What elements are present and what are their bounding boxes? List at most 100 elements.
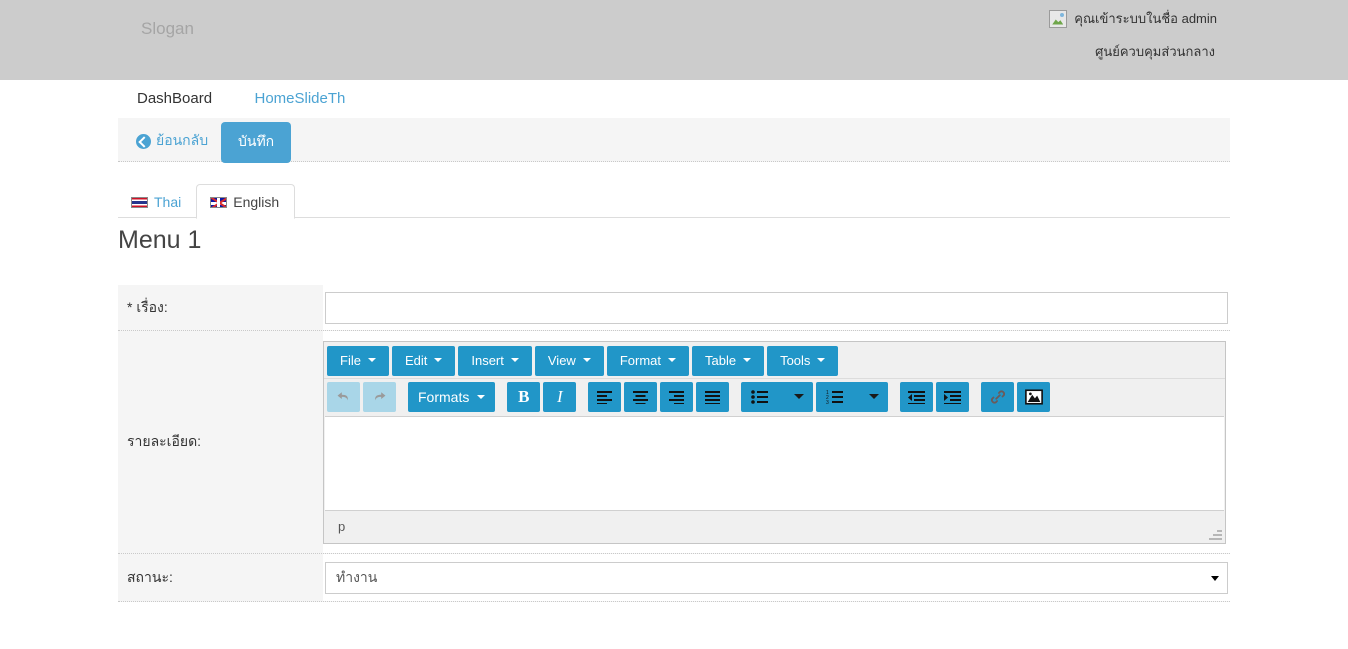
- editor-menu-format-label: Format: [619, 352, 661, 368]
- subject-label: * เรื่อง:: [127, 298, 168, 315]
- outdent-icon: [908, 390, 926, 404]
- editor-menu-file-label: File: [340, 352, 361, 368]
- editor-menu-edit[interactable]: Edit: [391, 345, 456, 376]
- caret-down-icon: [869, 394, 880, 399]
- page-body: DashBoard HomeSlideTh ย้อนกลับ บันทึก Th…: [0, 80, 1348, 649]
- toolbar-group-indent: [900, 381, 972, 412]
- save-button[interactable]: บันทึก: [221, 122, 292, 163]
- editor-menu-table[interactable]: Table: [692, 345, 765, 376]
- status-field-wrap: ทำงาน: [323, 554, 1230, 601]
- chevron-down-icon: [1211, 575, 1219, 581]
- align-center-icon: [633, 390, 649, 404]
- site-slogan: Slogan: [141, 19, 194, 38]
- status-label: สถานะ:: [127, 568, 173, 585]
- toolbar-group-history: [327, 381, 399, 412]
- site-header: Slogan คุณเข้าระบบในชื่อ admin ศูนย์ควบค…: [0, 0, 1348, 80]
- undo-button[interactable]: [327, 381, 360, 412]
- align-justify-button[interactable]: [696, 381, 730, 412]
- form-row-detail: รายละเอียด: File Edit Insert View Format…: [118, 331, 1230, 554]
- editor-menu-table-label: Table: [705, 352, 737, 368]
- align-right-icon: [669, 390, 685, 404]
- editor-element-path[interactable]: p: [338, 519, 345, 534]
- back-button-label: ย้อนกลับ: [156, 132, 209, 148]
- caret-down-icon: [794, 394, 805, 399]
- broken-image-icon: [1049, 9, 1068, 28]
- caret-down-icon: [743, 358, 752, 362]
- toolbar-group-style: B I: [507, 381, 579, 412]
- user-greeting-line: คุณเข้าระบบในชื่อ admin: [917, 8, 1217, 29]
- editor-menubar: File Edit Insert View Format Table Tools: [324, 341, 1225, 379]
- editor-menu-tools[interactable]: Tools: [767, 345, 839, 376]
- language-tab-english[interactable]: English: [196, 184, 296, 219]
- italic-icon: I: [557, 386, 563, 406]
- bold-icon: B: [518, 386, 530, 406]
- editor-menu-file[interactable]: File: [327, 345, 389, 376]
- indent-button[interactable]: [936, 381, 970, 412]
- resize-grip-icon[interactable]: [1208, 527, 1222, 541]
- form-row-status: สถานะ: ทำงาน: [118, 554, 1230, 602]
- user-info-block: คุณเข้าระบบในชื่อ admin ศูนย์ควบคุมส่วนก…: [917, 8, 1217, 62]
- language-tab-english-label: English: [233, 194, 280, 210]
- subject-field-wrap: [323, 285, 1230, 330]
- united-kingdom-flag-icon: [210, 197, 228, 208]
- language-tab-thai-label: Thai: [154, 194, 182, 210]
- bullet-list-button[interactable]: [741, 381, 814, 412]
- align-right-button[interactable]: [660, 381, 694, 412]
- editor-content-area[interactable]: [325, 415, 1224, 511]
- toolbar-group-lists: 1 2 3: [741, 381, 891, 412]
- editor-menu-insert[interactable]: Insert: [458, 345, 532, 376]
- editor-menu-format[interactable]: Format: [606, 345, 689, 376]
- thailand-flag-icon: [131, 197, 148, 208]
- editor-menu-view[interactable]: View: [534, 345, 604, 376]
- redo-button[interactable]: [363, 381, 396, 412]
- editor-toolbar: Formats B I 1 2 3: [324, 378, 1225, 416]
- caret-down-icon: [367, 358, 376, 362]
- arrow-left-circle-icon: [136, 133, 151, 149]
- align-left-icon: [597, 390, 613, 404]
- back-button[interactable]: ย้อนกลับ: [136, 130, 208, 152]
- subject-input[interactable]: [325, 291, 1228, 324]
- image-button[interactable]: [1017, 381, 1051, 412]
- toolbar-group-formats: Formats: [408, 381, 498, 412]
- editor-menu-edit-label: Edit: [404, 352, 428, 368]
- align-center-button[interactable]: [624, 381, 658, 412]
- language-tab-thai[interactable]: Thai: [118, 185, 196, 218]
- caret-down-icon: [477, 394, 486, 399]
- numbered-list-button[interactable]: 1 2 3: [816, 381, 889, 412]
- formats-dropdown-button[interactable]: Formats: [408, 381, 496, 412]
- redo-icon: [375, 392, 386, 401]
- link-button[interactable]: [981, 381, 1015, 412]
- user-greeting-text: คุณเข้าระบบในชื่อ admin: [1074, 11, 1217, 26]
- indent-icon: [944, 390, 962, 404]
- tinymce-editor: File Edit Insert View Format Table Tools: [323, 340, 1226, 544]
- caret-down-icon: [668, 358, 676, 362]
- outdent-button[interactable]: [900, 381, 934, 412]
- link-icon: [990, 389, 1005, 404]
- status-select-value: ทำงาน: [336, 568, 378, 585]
- editor-menu-view-label: View: [547, 352, 576, 368]
- caret-down-icon: [817, 358, 826, 362]
- bold-button[interactable]: B: [507, 381, 541, 412]
- svg-text:3: 3: [826, 400, 829, 404]
- status-select[interactable]: ทำงาน: [325, 561, 1228, 594]
- nav-tab-homeslideth[interactable]: HomeSlideTh: [235, 80, 365, 117]
- detail-field-wrap: File Edit Insert View Format Table Tools: [323, 331, 1230, 553]
- bullet-list-icon: [751, 389, 769, 404]
- action-bar: ย้อนกลับ บันทึก: [118, 118, 1230, 163]
- italic-button[interactable]: I: [543, 381, 577, 412]
- caret-down-icon: [582, 358, 591, 362]
- toolbar-group-align: [588, 381, 732, 412]
- align-justify-icon: [705, 390, 721, 404]
- content-form: * เรื่อง: รายละเอียด: File Edit Insert V…: [118, 285, 1230, 602]
- language-tabs: Thai English: [118, 184, 1230, 219]
- undo-icon: [337, 392, 348, 401]
- editor-statusbar: p: [324, 510, 1225, 543]
- caret-down-icon: [510, 358, 519, 362]
- detail-label: รายละเอียด:: [127, 433, 202, 449]
- nav-tab-dashboard[interactable]: DashBoard: [118, 80, 231, 117]
- numbered-list-icon: 1 2 3: [826, 390, 844, 404]
- caret-down-icon: [434, 358, 443, 362]
- formats-dropdown-label: Formats: [418, 388, 470, 405]
- align-left-button[interactable]: [588, 381, 622, 412]
- toolbar-group-insert: [981, 381, 1053, 412]
